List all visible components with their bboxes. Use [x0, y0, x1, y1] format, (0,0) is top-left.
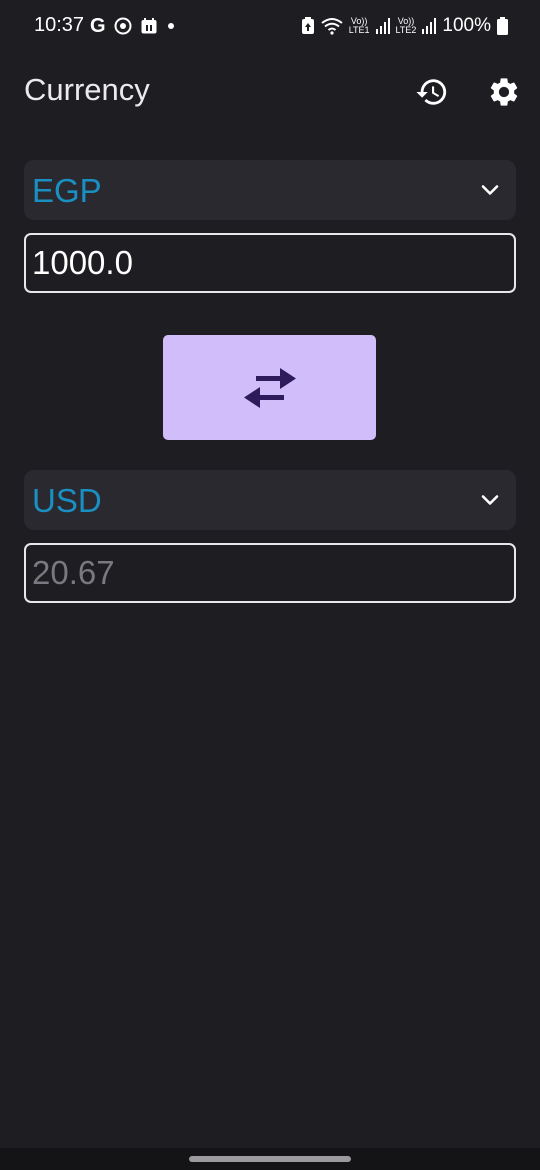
signal-icon-2	[422, 18, 437, 34]
status-bar: 10:37 G Vo)) LTE1 Vo)) LTE2 100%	[0, 0, 540, 52]
app-bar: Currency	[0, 60, 540, 124]
notification-dot-icon	[167, 23, 174, 29]
from-currency-label: EGP	[32, 172, 102, 209]
page-title: Currency	[24, 72, 150, 107]
signal-icon-1	[375, 18, 390, 34]
from-amount-input[interactable]	[32, 243, 502, 283]
from-amount-field[interactable]	[24, 233, 516, 293]
history-icon	[416, 79, 447, 105]
home-gesture-handle[interactable]	[189, 1156, 351, 1162]
battery-saver-icon	[301, 17, 314, 34]
swap-currencies-button[interactable]	[163, 335, 376, 440]
settings-button[interactable]	[482, 70, 526, 114]
sim1-label-bottom: LTE1	[348, 25, 370, 35]
settings-icon	[490, 78, 518, 106]
to-currency-label: USD	[32, 482, 102, 519]
circle-sync-icon	[114, 17, 132, 35]
status-icons-right: Vo)) LTE1 Vo)) LTE2 100%	[301, 14, 508, 38]
sim2-indicator: Vo)) LTE2	[396, 17, 417, 35]
chevron-down-icon	[481, 185, 499, 195]
calendar-icon	[141, 18, 157, 34]
from-currency-dropdown[interactable]: EGP	[24, 160, 516, 220]
history-button[interactable]	[410, 70, 454, 114]
sim2-label-bottom: LTE2	[395, 25, 417, 35]
battery-percentage: 100%	[442, 15, 491, 36]
wifi-icon	[321, 18, 343, 35]
to-currency-dropdown[interactable]: USD	[24, 470, 516, 530]
chevron-down-icon	[481, 495, 499, 505]
to-amount-field[interactable]	[24, 543, 516, 603]
sim1-indicator: Vo)) LTE1	[349, 17, 370, 35]
status-time: 10:37	[34, 14, 85, 36]
navigation-bar	[0, 1148, 540, 1170]
swap-arrows-icon	[243, 367, 296, 408]
battery-icon	[497, 17, 508, 35]
google-icon: G	[90, 14, 106, 37]
status-icons-left: G	[90, 14, 176, 38]
to-amount-output[interactable]	[32, 553, 502, 593]
